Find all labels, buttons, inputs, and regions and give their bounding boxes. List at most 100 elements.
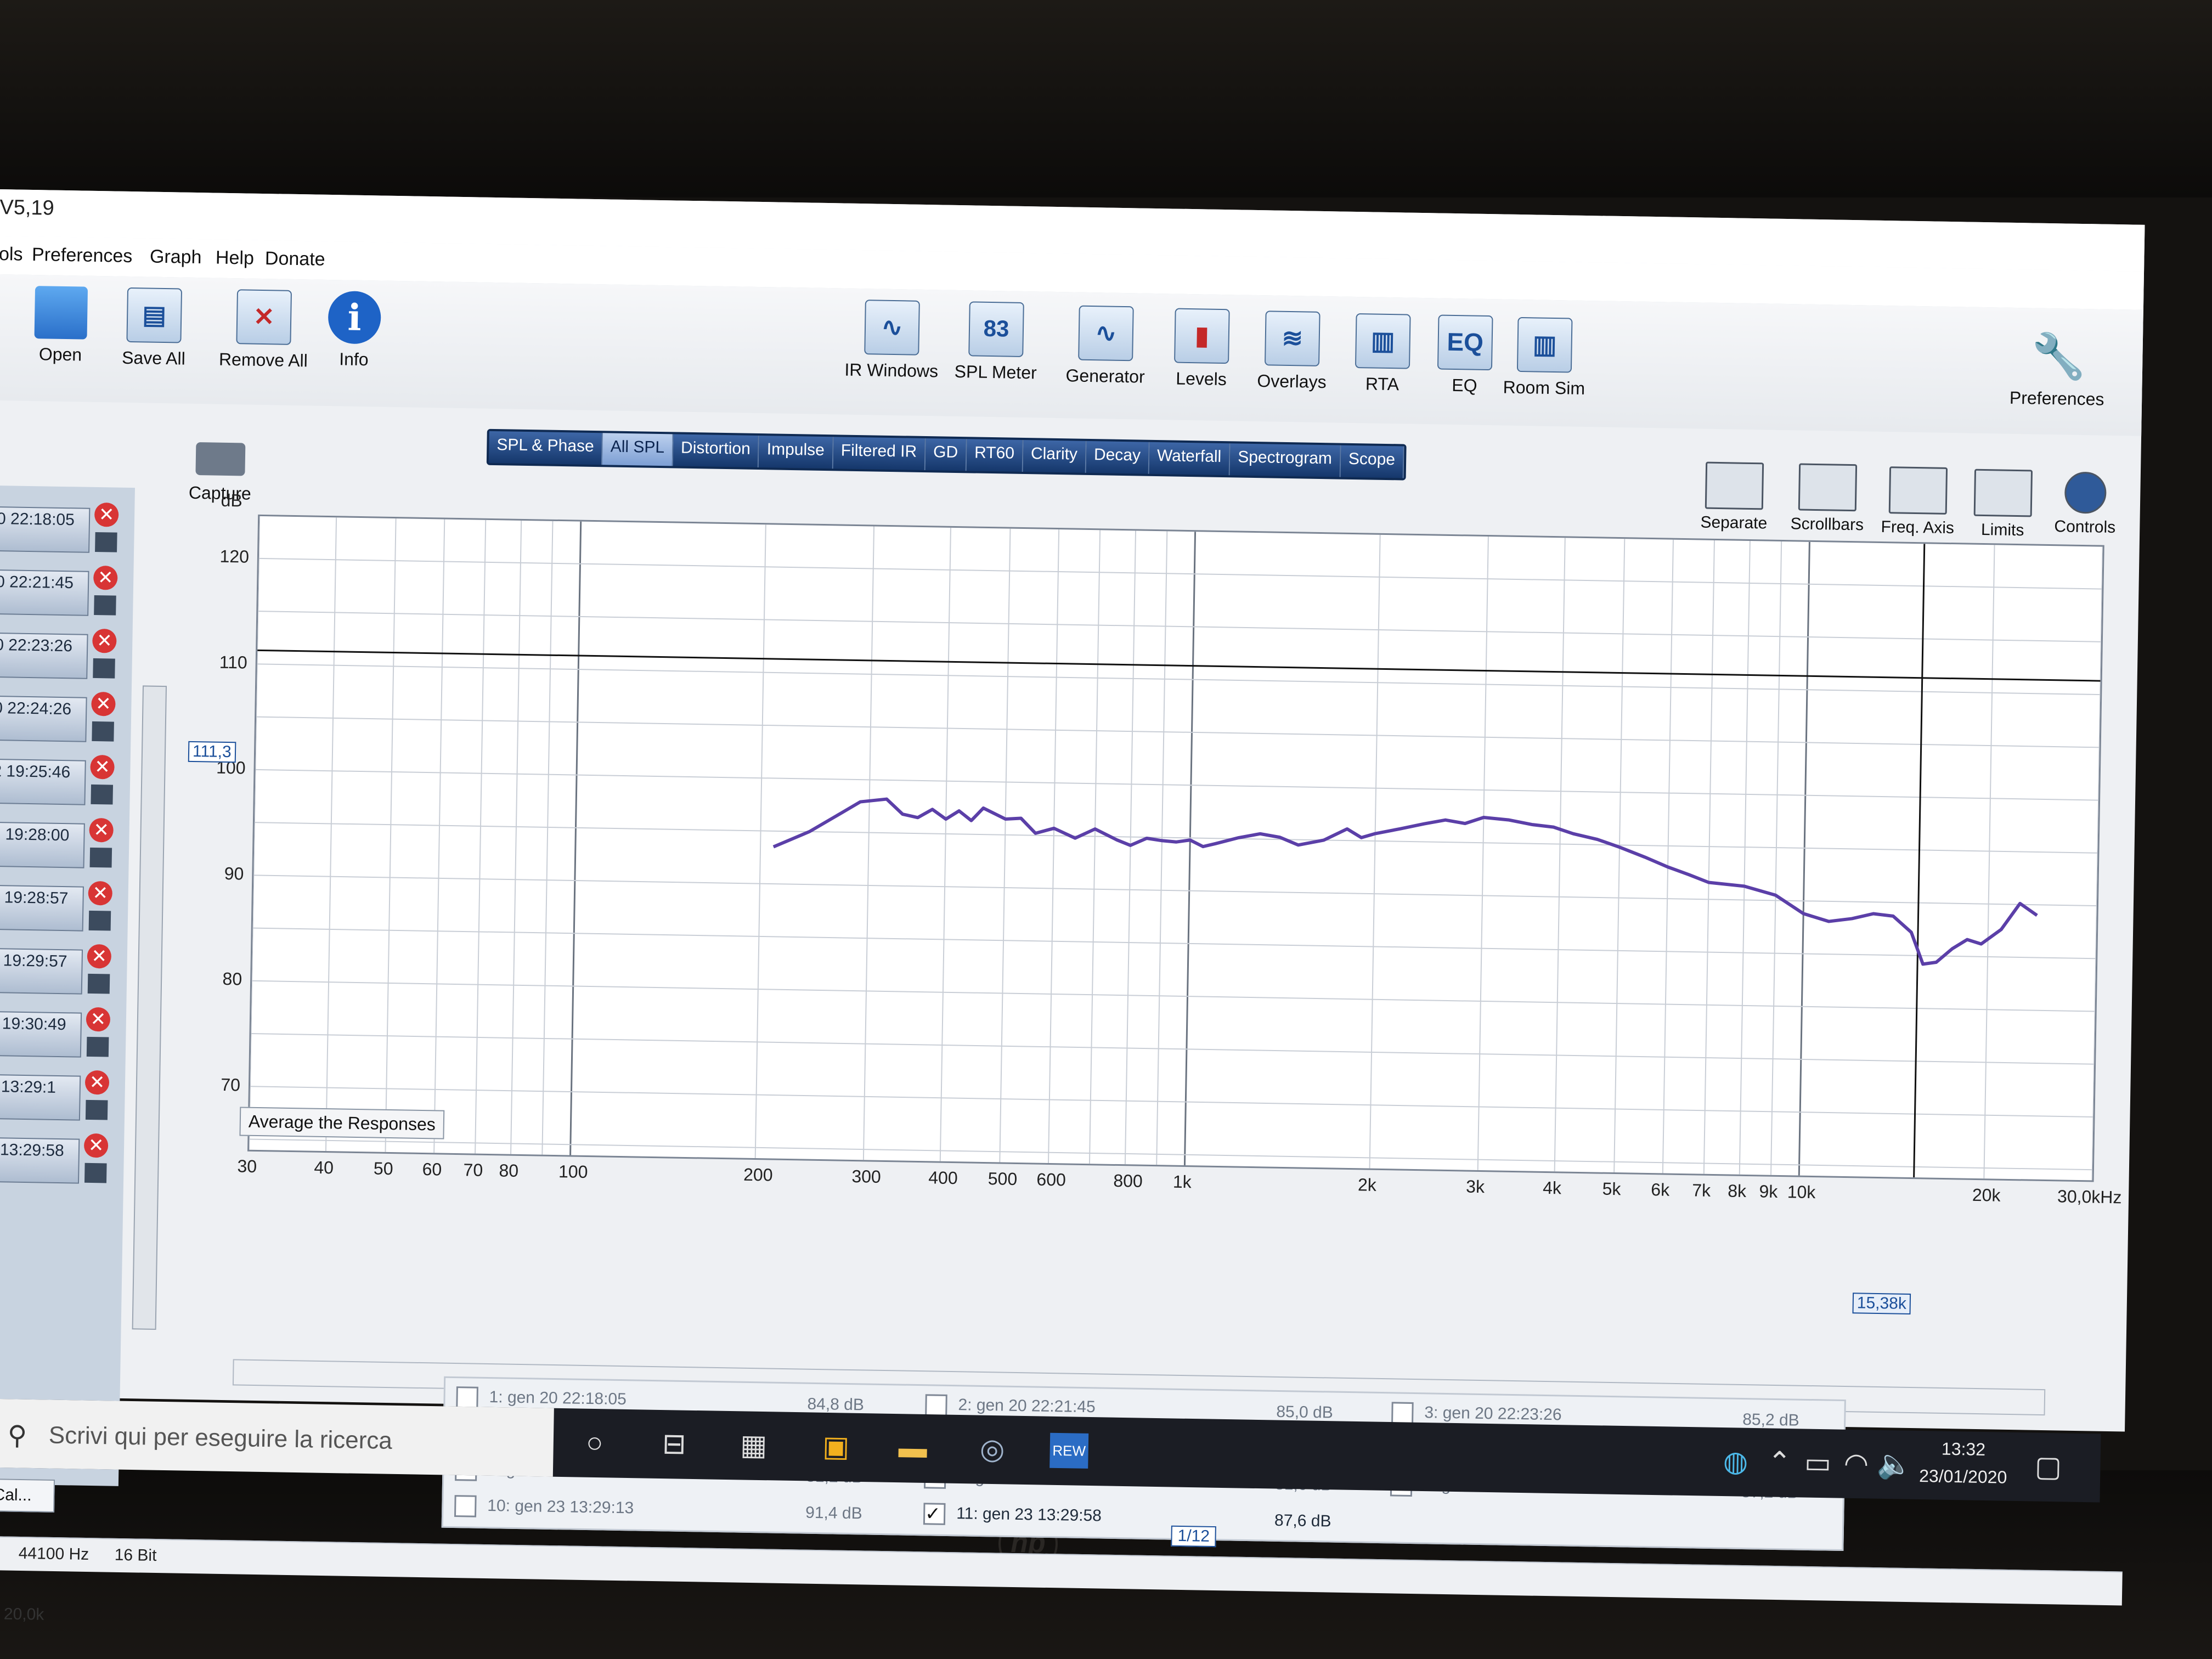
measurement-entry[interactable]: 2 19:30:49 ✕ — [0, 1001, 126, 1065]
browser-app-icon[interactable]: ◎ — [973, 1431, 1012, 1467]
edit-measurement-icon[interactable] — [91, 784, 114, 805]
measurements-scrollbar[interactable] — [132, 685, 167, 1330]
menu-help[interactable]: Help — [216, 247, 255, 269]
measurement-entry[interactable]: 0 22:21:45 ✕ — [0, 560, 134, 623]
tab-impulse[interactable]: Impulse — [759, 436, 834, 469]
legend-label: 2: gen 20 22:21:45 — [958, 1396, 1096, 1417]
task-view-icon[interactable]: ⊟ — [654, 1426, 693, 1462]
generator-button[interactable]: ∿ Generator — [1053, 305, 1158, 387]
edit-measurement-icon[interactable] — [85, 1099, 108, 1120]
tab-clarity[interactable]: Clarity — [1023, 439, 1087, 473]
chevron-up-icon[interactable]: ⌃ — [1760, 1444, 1799, 1480]
edit-measurement-icon[interactable] — [84, 1163, 107, 1183]
delete-measurement-icon[interactable]: ✕ — [94, 502, 119, 527]
tab-distortion[interactable]: Distortion — [673, 434, 760, 468]
delete-measurement-icon[interactable]: ✕ — [84, 1070, 110, 1095]
measurement-entry[interactable]: 2 19:28:00 ✕ — [0, 812, 129, 876]
delete-measurement-icon[interactable]: ✕ — [83, 1133, 109, 1158]
smoothing-badge[interactable]: 1/12 — [1171, 1525, 1217, 1548]
volume-icon[interactable]: 🔈 — [1875, 1447, 1914, 1482]
tab-waterfall[interactable]: Waterfall — [1149, 442, 1231, 476]
separate-button[interactable]: Separate — [1687, 461, 1781, 533]
preferences-button[interactable]: 🔧 Preferences — [2005, 330, 2110, 410]
tab-decay[interactable]: Decay — [1086, 441, 1150, 474]
rew-app-icon[interactable]: REW — [1049, 1432, 1089, 1469]
edit-measurement-icon[interactable] — [86, 1036, 109, 1057]
edit-measurement-icon[interactable] — [87, 973, 110, 994]
scrollbars-button[interactable]: Scrollbars — [1780, 463, 1875, 535]
legend-item[interactable]: 11: gen 23 13:29:58 — [923, 1503, 1102, 1527]
edit-measurement-icon[interactable] — [94, 595, 116, 616]
store-app-icon[interactable]: ▣ — [816, 1429, 855, 1465]
tab-all-spl[interactable]: All SPL — [602, 433, 674, 466]
edit-measurement-icon[interactable] — [92, 721, 114, 742]
edit-measurement-icon[interactable] — [95, 532, 117, 552]
edit-measurement-icon[interactable] — [88, 910, 111, 931]
delete-measurement-icon[interactable]: ✕ — [93, 565, 118, 590]
taskbar-search[interactable]: ⚲ Scrivi qui per eseguire la ricerca — [0, 1399, 554, 1477]
delete-measurement-icon[interactable]: ✕ — [90, 754, 115, 780]
delete-measurement-icon[interactable]: ✕ — [86, 1007, 111, 1032]
battery-icon[interactable]: ▭ — [1798, 1445, 1837, 1481]
tab-gd[interactable]: GD — [925, 438, 967, 471]
cortana-icon[interactable]: ○ — [575, 1425, 614, 1460]
measurement-entry[interactable]: 2 19:28:57 ✕ — [0, 875, 128, 939]
measurement-time: 2 19:30:49 — [0, 1014, 66, 1034]
limits-button[interactable]: Limits — [1956, 469, 2050, 540]
tab-scope[interactable]: Scope — [1340, 445, 1404, 478]
measurement-entry[interactable]: 2 19:29:57 ✕ — [0, 938, 127, 1002]
open-button[interactable]: Open — [8, 285, 114, 365]
measurement-entry[interactable]: 2 19:25:46 ✕ — [0, 749, 131, 812]
room-sim-button[interactable]: ▥ Room Sim — [1492, 317, 1597, 399]
x-tick-label: 500 — [988, 1169, 1018, 1189]
calculator-app-icon[interactable]: ▦ — [734, 1427, 773, 1463]
measurement-entry[interactable]: 3 13:29:1 ✕ — [0, 1064, 126, 1128]
x-tick-label: 50 — [373, 1158, 393, 1179]
delete-measurement-icon[interactable]: ✕ — [91, 691, 116, 716]
legend-checkbox[interactable] — [923, 1503, 946, 1525]
measurement-entry[interactable]: 0 22:23:26 ✕ — [0, 623, 133, 686]
save-all-button[interactable]: ▤ Save All — [101, 287, 207, 369]
capture-button[interactable]: Capture — [182, 442, 259, 504]
measurement-entry[interactable]: 0 22:24:26 ✕ — [0, 686, 132, 749]
freq-axis-button[interactable]: Freq. Axis — [1871, 466, 1965, 538]
ir-windows-button[interactable]: ∿ IR Windows — [839, 299, 944, 381]
file-explorer-icon[interactable]: ▬ — [893, 1430, 932, 1466]
levels-button[interactable]: ▮ Levels — [1149, 308, 1254, 390]
edit-measurement-icon[interactable] — [93, 658, 115, 679]
spl-meter-button[interactable]: 83 SPL Meter — [943, 301, 1048, 383]
globe-icon[interactable]: ◍ — [1716, 1444, 1755, 1480]
menu-graph[interactable]: Graph — [150, 246, 202, 269]
delete-measurement-icon[interactable]: ✕ — [88, 881, 113, 906]
delete-measurement-icon[interactable]: ✕ — [92, 628, 117, 653]
measurement-entry[interactable]: 3 13:29:58 ✕ — [0, 1127, 125, 1191]
tab-spl-phase[interactable]: SPL & Phase — [488, 431, 603, 465]
legend-checkbox[interactable] — [1391, 1402, 1414, 1425]
tab-filtered-ir[interactable]: Filtered IR — [833, 437, 926, 471]
menu-preferences[interactable]: Preferences — [32, 244, 133, 267]
delete-measurement-icon[interactable]: ✕ — [89, 817, 114, 843]
average-responses-button[interactable]: Average the Responses — [239, 1107, 445, 1139]
tab-spectrogram[interactable]: Spectrogram — [1229, 443, 1341, 477]
legend-checkbox[interactable] — [456, 1386, 478, 1409]
overlays-button[interactable]: ≋ Overlays — [1239, 311, 1345, 393]
x-tick-label: 100 — [558, 1161, 588, 1182]
tab-rt60[interactable]: RT60 — [966, 439, 1024, 472]
info-button[interactable]: i Info — [302, 290, 407, 370]
measurement-entry[interactable]: 0 22:18:05 ✕ — [0, 496, 135, 560]
remove-all-button[interactable]: ✕ Remove All — [211, 289, 317, 371]
legend-checkbox[interactable] — [454, 1495, 477, 1517]
legend-item[interactable]: 10: gen 23 13:29:13 — [454, 1495, 634, 1520]
wifi-icon[interactable]: ◠ — [1837, 1446, 1876, 1482]
delete-measurement-icon[interactable]: ✕ — [87, 944, 112, 969]
spl-graph[interactable] — [247, 514, 2104, 1182]
cal-button[interactable]: e Cal... — [0, 1478, 55, 1513]
edit-measurement-icon[interactable] — [89, 847, 112, 868]
controls-button[interactable]: Controls — [2038, 471, 2132, 538]
menu-donate[interactable]: Donate — [265, 248, 325, 270]
menu-tools[interactable]: ols — [0, 244, 23, 266]
x-tick-label: 200 — [743, 1164, 773, 1185]
notifications-icon[interactable]: ▢ — [2029, 1449, 2068, 1485]
legend-checkbox[interactable] — [925, 1394, 947, 1417]
spl-series-line — [772, 797, 2038, 966]
